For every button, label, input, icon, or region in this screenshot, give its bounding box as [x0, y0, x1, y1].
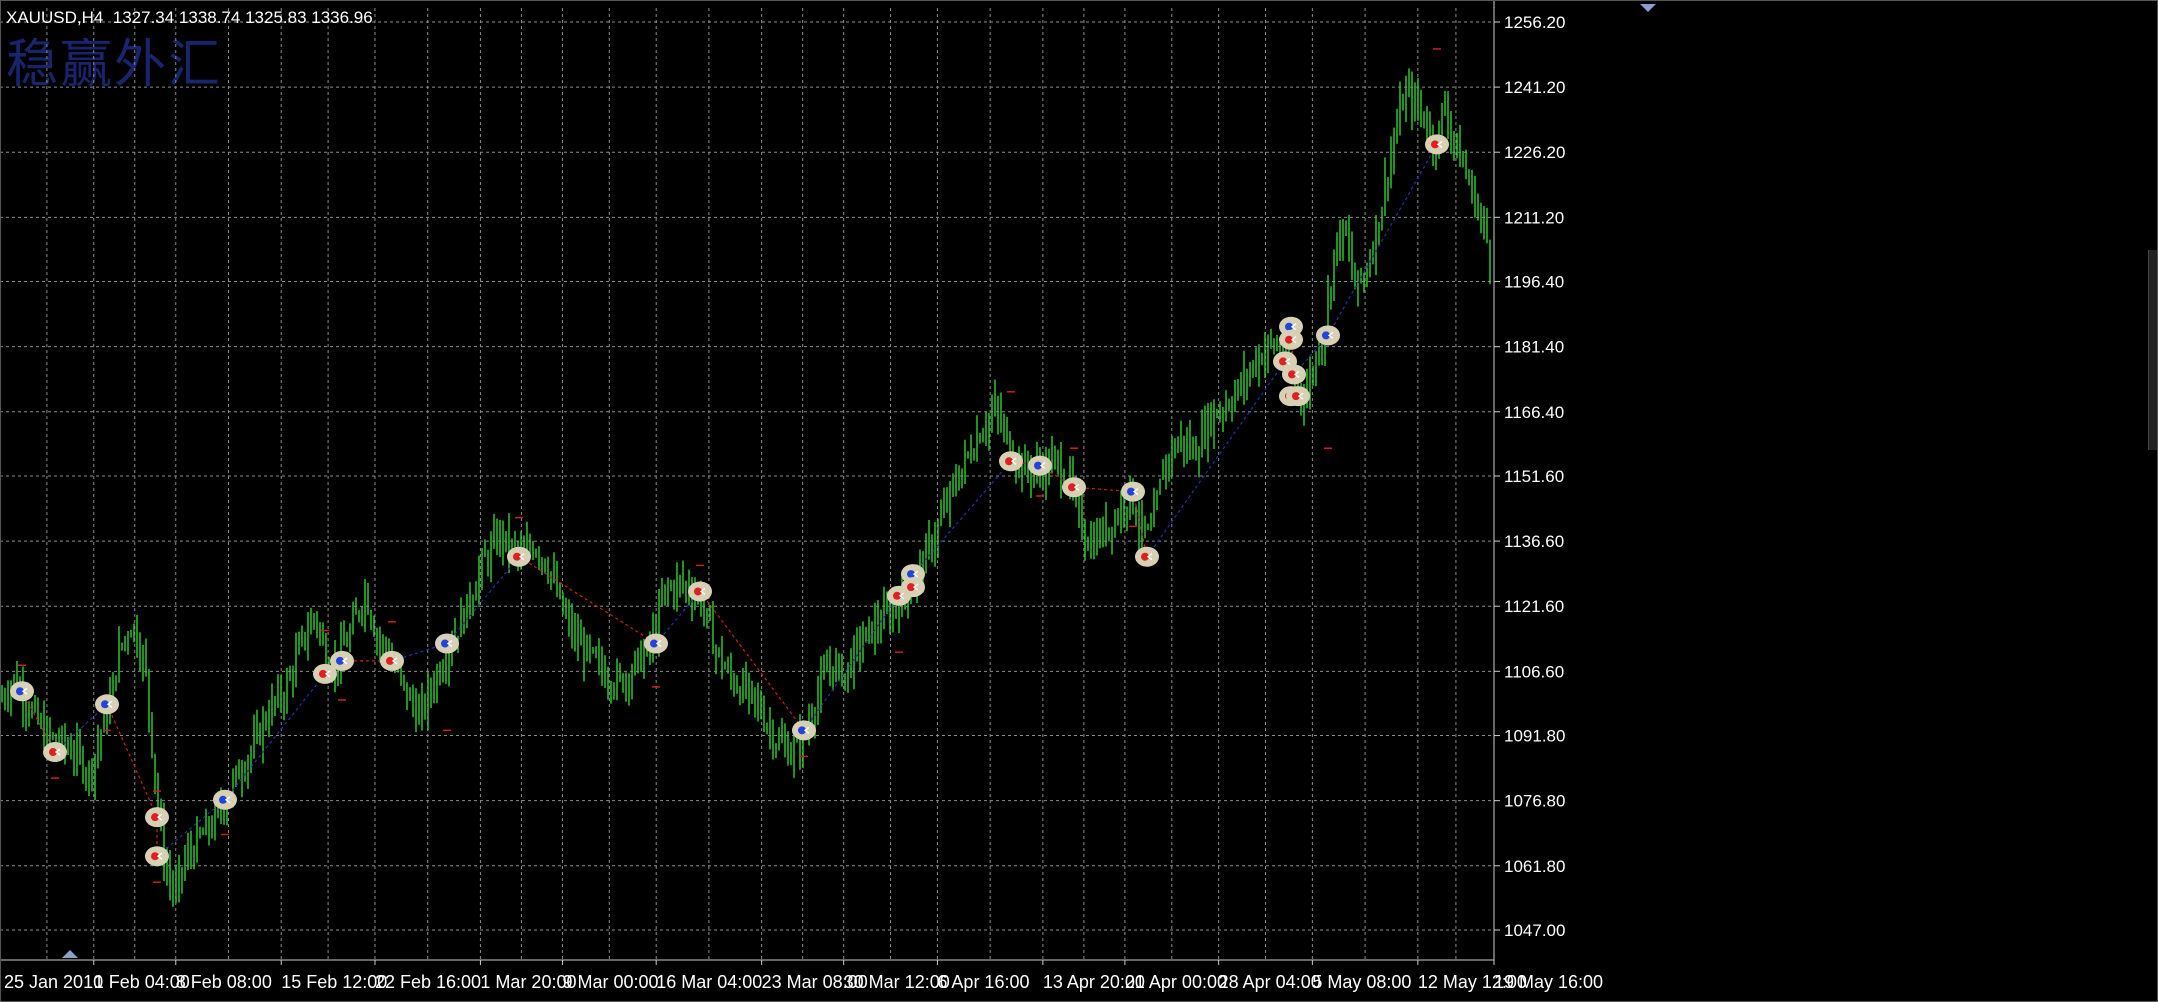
sell-signal-marker[interactable] — [688, 581, 712, 602]
sell-signal-marker[interactable] — [380, 650, 404, 671]
x-tick-label: 5 May 08:00 — [1312, 972, 1411, 992]
x-tick-label: 28 Apr 04:00 — [1219, 972, 1321, 992]
zigzag-segment — [446, 556, 520, 644]
sell-signal-marker[interactable] — [1279, 329, 1303, 350]
buy-signal-marker[interactable] — [213, 789, 237, 810]
chart-shift-icon — [1640, 4, 1656, 12]
x-tick-label: 19 May 16:00 — [1494, 972, 1603, 992]
y-tick-label: 1211.20 — [1504, 208, 1564, 227]
zigzag-segment — [518, 556, 657, 645]
buy-signal-marker[interactable] — [330, 650, 354, 671]
y-tick-label: 1196.40 — [1504, 273, 1564, 292]
y-tick-label: 1091.80 — [1504, 727, 1565, 746]
symbol-ohlc-label: XAUUSD,H4 1327.34 1338.74 1325.83 1336.9… — [6, 8, 373, 27]
y-tick-label: 1061.80 — [1504, 857, 1565, 876]
buy-signal-marker[interactable] — [10, 681, 34, 702]
y-tick-label: 1151.60 — [1504, 467, 1564, 486]
buy-signal-marker[interactable] — [792, 720, 816, 741]
y-tick-label: 1256.20 — [1504, 13, 1565, 32]
zigzag-segment — [224, 673, 326, 801]
buy-signal-marker[interactable] — [1316, 325, 1340, 346]
x-tick-label: 8 Feb 08:00 — [176, 972, 272, 992]
sell-signal-marker[interactable] — [999, 451, 1023, 472]
buy-signal-marker[interactable] — [95, 694, 119, 715]
y-tick-label: 1226.20 — [1504, 143, 1565, 162]
y-tick-label: 1121.60 — [1504, 597, 1564, 616]
y-tick-label: 1166.40 — [1504, 403, 1564, 422]
x-tick-label: 15 Feb 12:00 — [281, 972, 387, 992]
chart-window[interactable]: 稳赢外汇 1256.20 1241.20 1226.20 1211.20 1196.40… — [0, 0, 2158, 1002]
y-tick-label: 1047.00 — [1504, 921, 1565, 940]
buy-signal-marker[interactable] — [644, 633, 668, 654]
sell-signal-marker[interactable] — [1135, 546, 1159, 567]
x-tick-label: 30 Mar 12:00 — [844, 972, 950, 992]
sell-signal-marker[interactable] — [1425, 134, 1449, 155]
sell-signal-marker[interactable] — [901, 577, 925, 598]
y-tick-label: 1181.40 — [1504, 338, 1564, 357]
x-tick-label: 22 Feb 16:00 — [375, 972, 481, 992]
buy-signal-marker[interactable] — [1028, 455, 1052, 476]
sell-signal-marker[interactable] — [507, 546, 531, 567]
sell-signal-marker[interactable] — [1282, 364, 1306, 385]
buy-signal-marker[interactable] — [435, 633, 459, 654]
zigzag-segment — [1327, 144, 1438, 336]
x-tick-label: 16 Mar 04:00 — [656, 972, 762, 992]
zigzag-segment — [1146, 361, 1286, 558]
y-tick-label: 1136.60 — [1504, 532, 1564, 551]
price-chart[interactable]: 1256.20 1241.20 1226.20 1211.20 1196.40 1181.… — [0, 0, 2158, 1002]
x-tick-label: 25 Jan 2010 — [4, 972, 103, 992]
sell-signal-marker[interactable] — [1286, 386, 1310, 407]
chart-scrollbar[interactable] — [2148, 250, 2157, 450]
buy-signal-marker[interactable] — [1121, 481, 1145, 502]
candles — [1, 68, 1491, 907]
sell-signal-marker[interactable] — [145, 846, 169, 867]
sell-signal-marker[interactable] — [1062, 477, 1086, 498]
chart-scroll-icon — [62, 950, 78, 958]
y-tick-label: 1106.60 — [1504, 662, 1564, 681]
y-tick-label: 1241.20 — [1504, 78, 1565, 97]
x-tick-label: 6 Apr 16:00 — [937, 972, 1029, 992]
sell-signal-marker[interactable] — [43, 742, 67, 763]
x-tick-label: 9 Mar 00:00 — [562, 972, 658, 992]
sell-signal-marker[interactable] — [145, 807, 169, 828]
x-tick-label: 21 Apr 00:00 — [1125, 972, 1227, 992]
y-tick-label: 1076.80 — [1504, 792, 1565, 811]
